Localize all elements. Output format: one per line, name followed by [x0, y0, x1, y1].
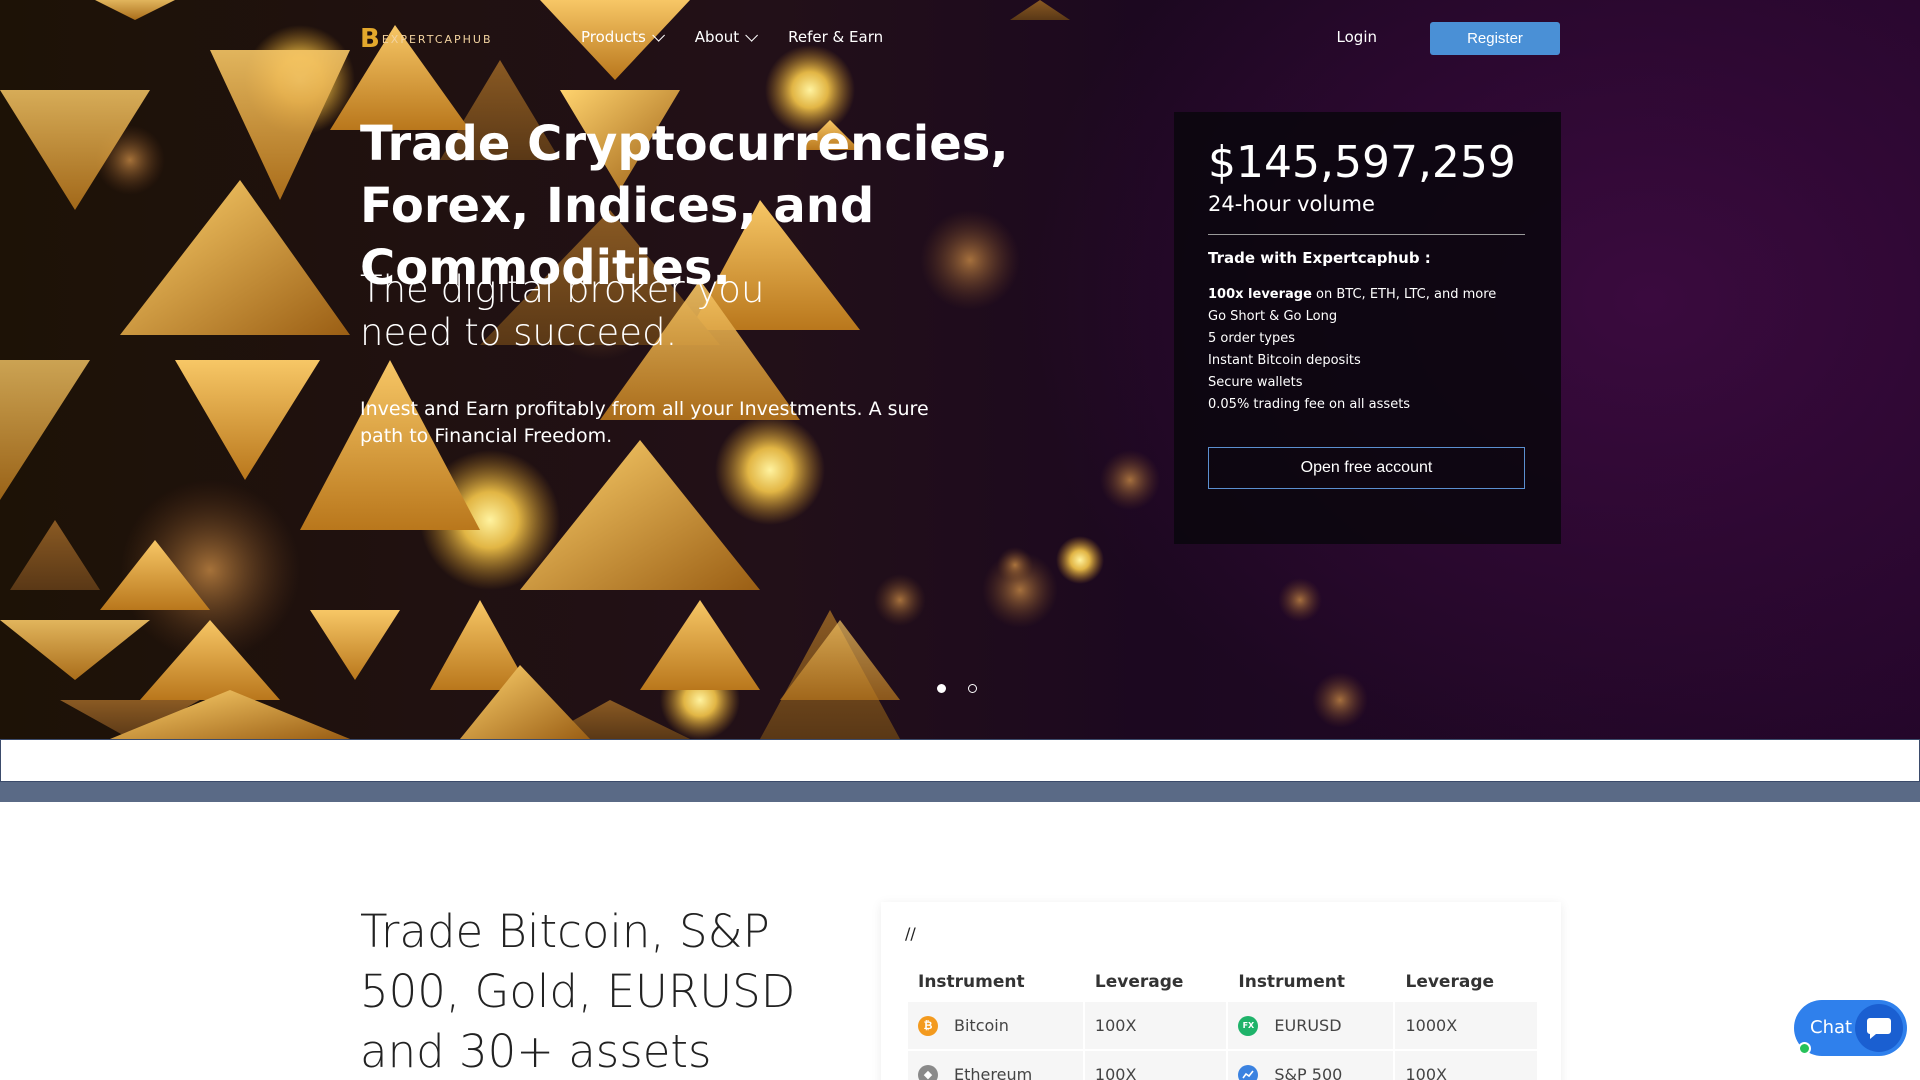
ticker-bar	[0, 739, 1920, 782]
hero-background-art	[0, 0, 1368, 739]
instrument-cell: ₿ Bitcoin	[908, 1002, 1083, 1049]
instrument-name: S&P 500	[1274, 1065, 1343, 1080]
nav-item-label: Refer & Earn	[788, 28, 884, 46]
feature-text: Secure wallets	[1208, 375, 1303, 390]
feature-item: 0.05% trading fee on all assets	[1208, 394, 1496, 416]
feature-item: Secure wallets	[1208, 372, 1496, 394]
hero-section: B EXPERTCAPHUB Products About Refer & Ea…	[0, 0, 1920, 739]
trade-with-heading: Trade with Expertcaphub :	[1208, 249, 1431, 267]
forex-icon: FX	[1238, 1015, 1259, 1036]
register-button[interactable]: Register	[1430, 22, 1560, 55]
bitcoin-icon: ₿	[918, 1015, 938, 1036]
chat-widget-button[interactable]: Chat	[1794, 1000, 1907, 1056]
logo-text: EXPERTCAPHUB	[381, 32, 493, 46]
feature-bold: 100x leverage	[1208, 287, 1312, 302]
feature-text: Go Short & Go Long	[1208, 309, 1338, 324]
feature-text: on BTC, ETH, LTC, and more	[1311, 287, 1497, 302]
column-header: Instrument	[918, 972, 1025, 992]
top-nav: B EXPERTCAPHUB Products About Refer & Ea…	[360, 20, 1560, 56]
instrument-cell: FX EURUSD	[1228, 1002, 1394, 1049]
column-header: Leverage	[1094, 972, 1184, 992]
instrument-cell: S&P 500	[1228, 1051, 1394, 1080]
instrument-name: EURUSD	[1274, 1016, 1342, 1035]
ethereum-icon: ◆	[918, 1064, 938, 1080]
feature-item: Go Short & Go Long	[1208, 306, 1496, 328]
nav-item-label: Products	[581, 28, 646, 46]
instrument-name: Bitcoin	[954, 1016, 1009, 1035]
feature-text: 0.05% trading fee on all assets	[1208, 397, 1411, 412]
carousel-dots	[937, 684, 977, 693]
brand-logo[interactable]: B EXPERTCAPHUB	[360, 26, 493, 52]
leverage-cell: 100X	[1084, 1002, 1227, 1049]
open-free-account-button[interactable]: Open free account	[1208, 447, 1525, 489]
nav-item-label: About	[694, 28, 740, 46]
feature-item: Instant Bitcoin deposits	[1208, 350, 1496, 372]
chevron-down-icon	[745, 28, 759, 42]
chat-label: Chat	[1810, 1017, 1853, 1038]
stats-card: $145,597,259 24-hour volume Trade with E…	[1174, 112, 1561, 544]
feature-list: 100x leverage on BTC, ETH, LTC, and more…	[1208, 284, 1496, 416]
card-prefix: //	[905, 924, 916, 943]
instruments-card: // Instrument Leverage Instrument Levera…	[881, 902, 1561, 1080]
table-header-row: Instrument Leverage Instrument Leverage	[908, 964, 1537, 1000]
instrument-cell: ◆ Ethereum	[908, 1051, 1083, 1080]
volume-label: 24-hour volume	[1208, 192, 1375, 216]
feature-item: 100x leverage on BTC, ETH, LTC, and more	[1208, 284, 1496, 306]
nav-item-about[interactable]: About	[694, 28, 759, 46]
table-row: ◆ Ethereum 100X S&P 500 100X	[908, 1051, 1537, 1080]
feature-text: 5 order types	[1208, 331, 1296, 346]
instruments-table: Instrument Leverage Instrument Leverage …	[906, 962, 1539, 1080]
feature-text: Instant Bitcoin deposits	[1208, 353, 1361, 368]
leverage-cell: 100X	[1084, 1051, 1227, 1080]
chat-bubble-icon	[1855, 1004, 1903, 1052]
hero-subtitle: The digital broker you need to succeed.	[360, 268, 765, 354]
section-divider-band	[0, 782, 1920, 802]
hero-description: Invest and Earn profitably from all your…	[360, 398, 929, 447]
carousel-dot-2[interactable]	[968, 684, 977, 693]
column-header: Instrument	[1238, 972, 1346, 992]
carousel-dot-1[interactable]	[937, 684, 946, 693]
assets-heading: Trade Bitcoin, S&P 500, Gold, EURUSD and…	[360, 905, 796, 1078]
nav-item-products[interactable]: Products	[581, 28, 665, 46]
index-chart-icon	[1238, 1064, 1259, 1080]
nav-links: Products About Refer & Earn	[581, 28, 917, 46]
feature-item: 5 order types	[1208, 328, 1496, 350]
leverage-cell: 1000X	[1395, 1002, 1537, 1049]
column-header: Leverage	[1405, 972, 1495, 992]
logo-mark-icon: B	[360, 24, 380, 54]
login-link[interactable]: Login	[1337, 28, 1377, 46]
volume-value: $145,597,259	[1208, 137, 1516, 188]
card-divider	[1208, 234, 1525, 235]
instrument-name: Ethereum	[954, 1065, 1033, 1080]
nav-item-refer-earn[interactable]: Refer & Earn	[788, 28, 883, 46]
table-row: ₿ Bitcoin 100X FX EURUSD 1000X	[908, 1002, 1537, 1049]
leverage-cell: 100X	[1395, 1051, 1537, 1080]
online-status-dot	[1798, 1042, 1811, 1055]
chevron-down-icon	[652, 28, 665, 42]
